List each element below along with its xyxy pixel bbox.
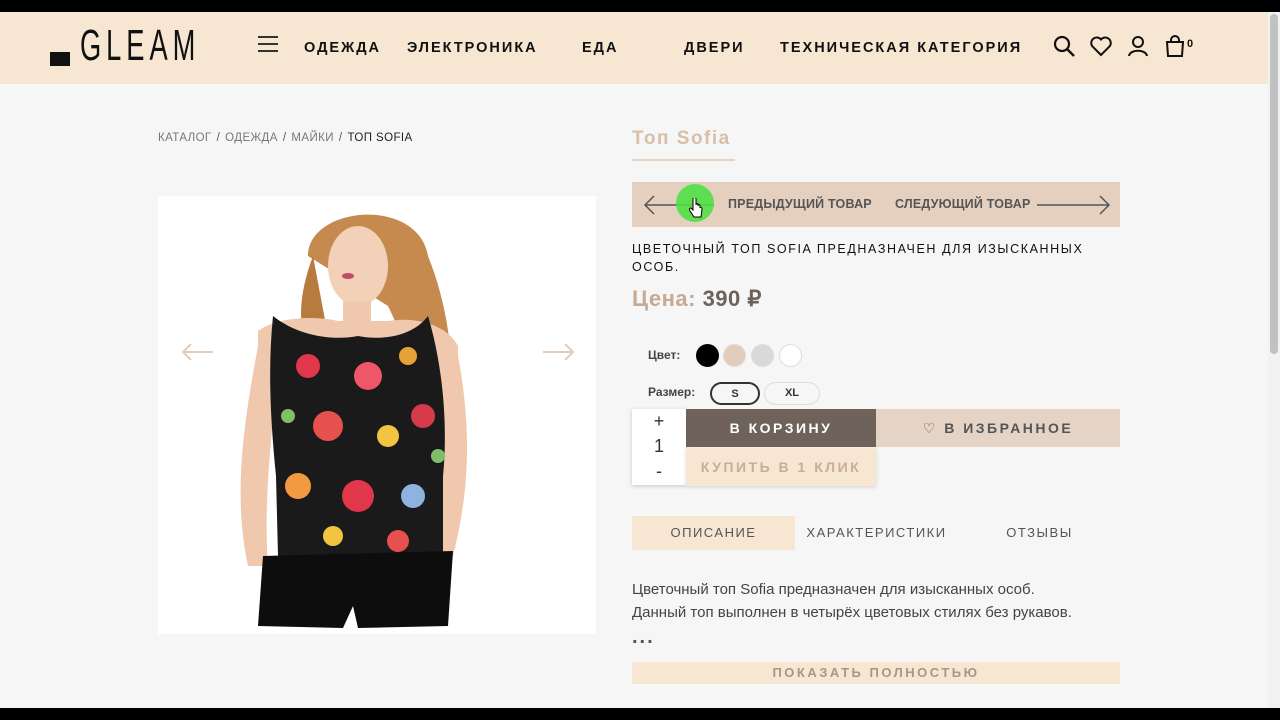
price-value: 390 ₽ xyxy=(702,286,762,311)
page-scrollbar[interactable] xyxy=(1268,12,1280,708)
add-to-cart-button[interactable]: В КОРЗИНУ xyxy=(686,409,876,447)
price-label: Цена: xyxy=(632,286,696,311)
breadcrumb-separator: / xyxy=(338,132,343,144)
size-option-s[interactable]: S xyxy=(710,382,760,405)
size-option-xl[interactable]: XL xyxy=(764,382,820,405)
qty-plus-button[interactable]: + xyxy=(632,409,686,434)
breadcrumb-separator: / xyxy=(216,132,221,144)
quantity-stepper: + 1 - xyxy=(632,409,686,485)
tab-description[interactable]: ОПИСАНИЕ xyxy=(632,516,795,550)
next-arrow-icon[interactable] xyxy=(1036,194,1112,216)
product-photo xyxy=(240,214,468,628)
product-image xyxy=(158,196,596,634)
cart-icon[interactable] xyxy=(1163,34,1187,58)
breadcrumb-separator: / xyxy=(282,132,287,144)
breadcrumb: КАТАЛОГ / ОДЕЖДА / МАЙКИ / ТОП SOFIA xyxy=(158,132,413,144)
color-swatch-beige[interactable] xyxy=(723,344,746,367)
heart-outline-icon: ♡ xyxy=(922,420,938,436)
image-prev-arrow-icon[interactable] xyxy=(180,342,214,362)
nav-item-doors[interactable]: ДВЕРИ xyxy=(684,40,745,56)
site-header: GLEAM ОДЕЖДА ЭЛЕКТРОНИКА ЕДА ДВЕРИ ТЕХНИ… xyxy=(0,12,1268,84)
breadcrumb-tops[interactable]: МАЙКИ xyxy=(291,132,333,144)
size-label: Размер: xyxy=(648,385,696,399)
qty-value[interactable]: 1 xyxy=(632,434,686,459)
prev-product-link[interactable]: ПРЕДЫДУЩИЙ ТОВАР xyxy=(728,197,872,211)
short-description: ЦВЕТОЧНЫЙ ТОП SOFIA ПРЕДНАЗНАЧЕН ДЛЯ ИЗЫ… xyxy=(632,242,1084,274)
user-icon[interactable] xyxy=(1126,34,1150,58)
page: GLEAM ОДЕЖДА ЭЛЕКТРОНИКА ЕДА ДВЕРИ ТЕХНИ… xyxy=(0,12,1268,708)
add-to-favorites-button[interactable]: ♡ В ИЗБРАННОЕ xyxy=(876,409,1120,447)
description-line-1: Цветочный топ Sofia предназначен для изы… xyxy=(632,581,1035,598)
nav-item-food[interactable]: ЕДА xyxy=(582,40,618,56)
description-line-2: Данный топ выполнен в четырёх цветовых с… xyxy=(632,604,1072,621)
nav-item-electronics[interactable]: ЭЛЕКТРОНИКА xyxy=(407,40,538,56)
tab-reviews[interactable]: ОТЗЫВЫ xyxy=(958,516,1121,550)
logo[interactable]: GLEAM xyxy=(50,24,274,68)
cart-count: 0 xyxy=(1187,38,1194,50)
long-description: Цветочный топ Sofia предназначен для изы… xyxy=(632,578,1112,624)
nav-item-tech-category[interactable]: ТЕХНИЧЕСКАЯ КАТЕГОРИЯ xyxy=(780,40,1022,56)
logo-block xyxy=(50,52,70,66)
pointer-cursor-icon xyxy=(689,198,703,218)
breadcrumb-clothing[interactable]: ОДЕЖДА xyxy=(225,132,278,144)
image-next-arrow-icon[interactable] xyxy=(542,342,576,362)
nav-item-clothing[interactable]: ОДЕЖДА xyxy=(304,40,381,56)
next-product-link[interactable]: СЛЕДУЮЩИЙ ТОВАР xyxy=(895,197,1031,211)
color-swatch-black[interactable] xyxy=(696,344,719,367)
price: Цена: 390 ₽ xyxy=(632,286,762,312)
add-to-favorites-label: В ИЗБРАННОЕ xyxy=(944,420,1074,436)
qty-minus-button[interactable]: - xyxy=(632,459,686,484)
scrollbar-thumb[interactable] xyxy=(1270,14,1278,354)
search-icon[interactable] xyxy=(1052,34,1076,58)
color-swatch-white[interactable] xyxy=(779,344,802,367)
color-swatch-gray[interactable] xyxy=(751,344,774,367)
breadcrumb-current: ТОП SOFIA xyxy=(347,132,413,144)
menu-icon[interactable] xyxy=(258,36,278,52)
breadcrumb-catalog[interactable]: КАТАЛОГ xyxy=(158,132,212,144)
title-underline xyxy=(632,159,735,161)
heart-icon[interactable] xyxy=(1089,34,1113,58)
product-title: Топ Sofia xyxy=(632,128,731,149)
tab-characteristics[interactable]: ХАРАКТЕРИСТИКИ xyxy=(795,516,958,550)
color-label: Цвет: xyxy=(648,348,681,362)
logo-text: GLEAM xyxy=(80,21,201,70)
description-ellipsis: ... xyxy=(632,626,655,648)
buy-one-click-button[interactable]: КУПИТЬ В 1 КЛИК xyxy=(686,448,876,486)
show-more-button[interactable]: ПОКАЗАТЬ ПОЛНОСТЬЮ xyxy=(632,662,1120,684)
